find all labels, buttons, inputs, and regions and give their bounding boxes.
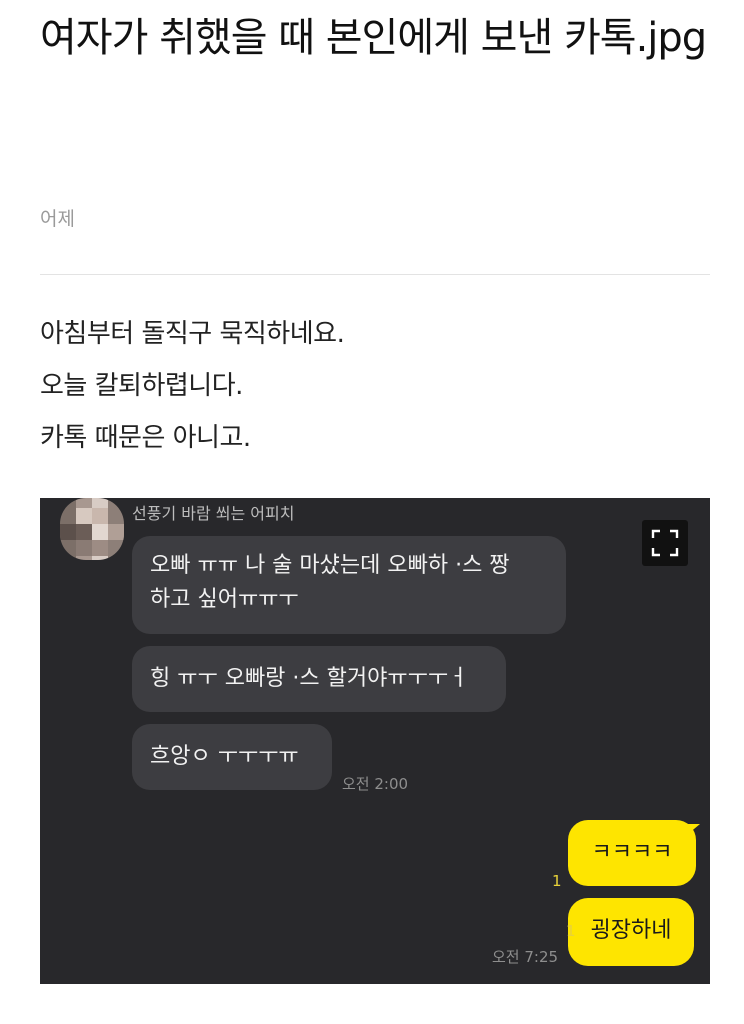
incoming-message-3: 흐앙ㅇ ㅜㅜㅜㅠ	[132, 724, 332, 790]
post-body: 아침부터 돌직구 묵직하네요. 오늘 칼퇴하렵니다. 카톡 때문은 아니고.	[40, 308, 700, 464]
incoming-message-1: 오빠 ㅠㅠ 나 술 마샸는데 오빠하 ·스 짱 하고 싶어ㅠㅠㅜ	[132, 536, 566, 634]
body-line-3: 카톡 때문은 아니고.	[40, 423, 251, 453]
expand-button[interactable]	[642, 520, 688, 566]
body-line-1: 아침부터 돌직구 묵직하네요.	[40, 319, 345, 349]
bubble-tail	[688, 824, 700, 834]
post-title: 여자가 취했을 때 본인에게 보낸 카톡.jpg	[40, 15, 707, 61]
outgoing-message-2: 굉장하네	[568, 898, 694, 966]
message-text: 힝 ㅠㅜ 오빠랑 ·스 할거야ㅠㅜㅜㅓ	[150, 666, 469, 691]
message-time: 오전 2:00	[342, 775, 409, 793]
divider	[40, 274, 710, 275]
incoming-message-2: 힝 ㅠㅜ 오빠랑 ·스 할거야ㅠㅜㅜㅓ	[132, 646, 506, 712]
expand-icon	[651, 529, 679, 557]
sender-name: 선풍기 바람 쐬는 어피치	[132, 504, 295, 523]
unread-count: 1	[552, 872, 562, 890]
post-date: 어제	[40, 208, 75, 230]
outgoing-message-1: ㅋㅋㅋㅋ	[568, 820, 696, 886]
chat-screenshot: 선풍기 바람 쐬는 어피치 오빠 ㅠㅠ 나 술 마샸는데 오빠하 ·스 짱 하고…	[40, 498, 710, 984]
message-text: 하고 싶어ㅠㅠㅜ	[150, 587, 299, 612]
unread-count: 1	[566, 922, 576, 940]
message-text: ㅋㅋㅋㅋ	[591, 840, 673, 865]
message-time: 오전 7:25	[492, 948, 559, 966]
message-text: 굉장하네	[590, 918, 672, 943]
avatar	[60, 498, 124, 560]
message-text: 흐앙ㅇ ㅜㅜㅜㅠ	[150, 744, 299, 769]
body-line-2: 오늘 칼퇴하렵니다.	[40, 371, 243, 401]
message-text: 오빠 ㅠㅠ 나 술 마샸는데 오빠하 ·스 짱	[150, 553, 510, 578]
